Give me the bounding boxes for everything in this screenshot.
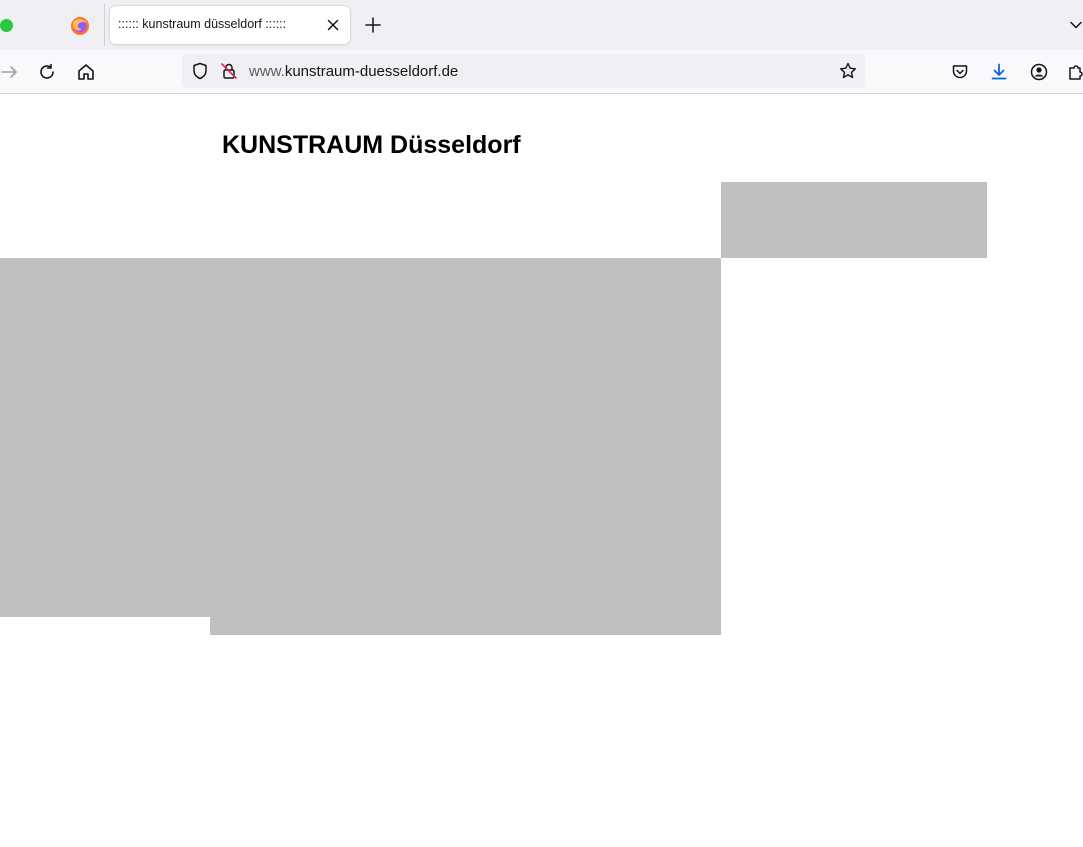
image-placeholder-lower bbox=[210, 617, 721, 635]
new-tab-plus-icon[interactable] bbox=[364, 16, 382, 34]
image-placeholder-main bbox=[0, 258, 721, 617]
home-icon[interactable] bbox=[76, 62, 96, 82]
window-zoom-button[interactable] bbox=[0, 19, 13, 32]
download-icon[interactable] bbox=[989, 62, 1009, 82]
image-placeholder-top-right bbox=[721, 182, 987, 258]
navigation-bar: www.kunstraum-duesseldorf.de bbox=[0, 50, 1083, 94]
tab-divider bbox=[104, 4, 105, 46]
tab-title: :::::: kunstraum düsseldorf :::::: bbox=[118, 17, 287, 31]
url-bar[interactable]: www.kunstraum-duesseldorf.de bbox=[182, 54, 865, 88]
chevron-down-icon[interactable] bbox=[1068, 17, 1083, 33]
page-title: KUNSTRAUM Düsseldorf bbox=[222, 131, 521, 159]
firefox-icon[interactable] bbox=[70, 16, 90, 36]
pocket-icon[interactable] bbox=[950, 62, 970, 82]
url-domain: kunstraum-duesseldorf.de bbox=[284, 63, 459, 80]
tab-strip: :::::: kunstraum düsseldorf :::::: bbox=[0, 0, 1083, 50]
url-prefix: www. bbox=[249, 63, 285, 80]
shield-icon[interactable] bbox=[190, 61, 210, 81]
url-text[interactable]: www.kunstraum-duesseldorf.de bbox=[249, 63, 458, 80]
extensions-puzzle-icon[interactable] bbox=[1066, 62, 1083, 82]
close-icon[interactable] bbox=[324, 16, 342, 34]
tab-active[interactable]: :::::: kunstraum düsseldorf :::::: bbox=[110, 6, 350, 44]
account-icon[interactable] bbox=[1029, 62, 1049, 82]
reload-icon[interactable] bbox=[37, 62, 57, 82]
page-content: KUNSTRAUM Düsseldorf bbox=[0, 94, 1083, 847]
bookmark-star-icon[interactable] bbox=[838, 61, 858, 81]
insecure-lock-icon[interactable] bbox=[219, 61, 239, 81]
browser-window: :::::: kunstraum düsseldorf :::::: www.k… bbox=[0, 0, 1083, 847]
forward-arrow-icon[interactable] bbox=[0, 62, 20, 82]
